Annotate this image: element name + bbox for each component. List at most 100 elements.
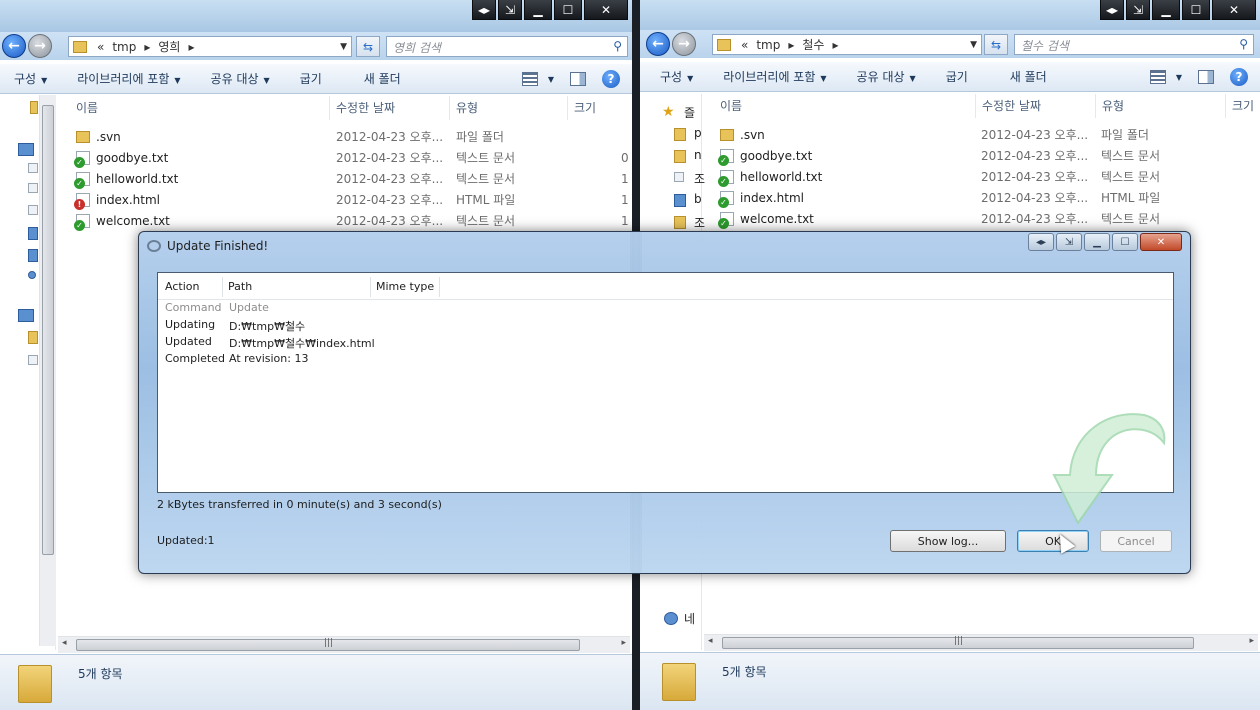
desktop-icon[interactable] xyxy=(674,194,686,207)
breadcrumb-separator[interactable]: ▸ xyxy=(144,40,150,54)
include-library-menu[interactable]: 라이브러리에 포함 ▼ xyxy=(77,70,180,87)
column-size[interactable]: 크기 xyxy=(1226,94,1260,118)
music-icon[interactable] xyxy=(28,271,36,279)
search-icon[interactable]: ⚲ xyxy=(613,39,622,53)
address-bar[interactable]: « tmp ▸ 영희 ▸ ▼ xyxy=(68,36,352,57)
nav-network[interactable]: 네 xyxy=(684,610,695,627)
column-mime-type[interactable]: Mime type xyxy=(376,280,434,293)
breadcrumb-current[interactable]: 영희 xyxy=(158,38,180,55)
breadcrumb-separator[interactable]: ▸ xyxy=(188,40,194,54)
snap-icon[interactable]: ◂▸ xyxy=(472,0,496,20)
table-row[interactable]: Completed At revision: 13 xyxy=(165,352,308,369)
column-separator[interactable] xyxy=(439,277,440,297)
search-input[interactable]: 영희 검색 ⚲ xyxy=(386,36,628,57)
forward-button[interactable]: → xyxy=(672,32,696,56)
breadcrumb-current[interactable]: 철수 xyxy=(802,36,824,53)
chevron-down-icon[interactable]: ▼ xyxy=(340,42,347,52)
folder-icon[interactable] xyxy=(674,150,686,163)
column-name[interactable]: 이름 xyxy=(714,94,976,118)
column-type[interactable]: 유형 xyxy=(1096,94,1226,118)
library-icon[interactable] xyxy=(18,143,34,156)
folder-icon[interactable] xyxy=(674,128,686,141)
scroll-right-icon[interactable]: ▸ xyxy=(621,638,626,648)
breadcrumb-tmp[interactable]: tmp xyxy=(756,38,780,52)
nav-item[interactable]: 조 xyxy=(694,214,705,231)
organize-menu[interactable]: 구성 ▼ xyxy=(660,68,693,85)
address-bar[interactable]: « tmp ▸ 철수 ▸ ▼ xyxy=(712,34,982,55)
help-icon[interactable]: ? xyxy=(602,70,620,88)
snap-icon[interactable]: ◂▸ xyxy=(1100,0,1124,20)
breadcrumb-overflow[interactable]: « xyxy=(97,40,104,54)
document-icon[interactable] xyxy=(28,205,38,215)
column-size[interactable]: 크기 xyxy=(568,96,628,120)
folder-icon[interactable] xyxy=(674,216,686,229)
breadcrumb-overflow[interactable]: « xyxy=(741,38,748,52)
title-bar[interactable]: ◂▸ ⇲ ▁ ☐ ✕ xyxy=(640,0,1260,32)
ok-button[interactable]: OK xyxy=(1017,530,1089,552)
breadcrumb-separator[interactable]: ▸ xyxy=(832,38,838,52)
chevron-down-icon[interactable]: ▼ xyxy=(970,40,977,50)
back-button[interactable]: ← xyxy=(646,32,670,56)
scroll-right-icon[interactable]: ▸ xyxy=(1249,636,1254,646)
nav-item[interactable]: b xyxy=(694,192,702,206)
document-icon[interactable] xyxy=(674,172,684,182)
minimize-button[interactable]: ▁ xyxy=(1084,233,1110,251)
show-log-button[interactable]: Show log... xyxy=(890,530,1006,552)
picture-icon[interactable] xyxy=(28,249,38,262)
table-row[interactable]: Updated D:₩tmp₩철수₩index.html xyxy=(165,335,375,352)
table-row[interactable]: Updating D:₩tmp₩철수 xyxy=(165,318,305,335)
list-item[interactable]: goodbye.txt 2012-04-23 오후... 텍스트 문서 0 xyxy=(74,147,629,168)
horizontal-scrollbar[interactable]: ◂ ||| ▸ xyxy=(704,634,1258,651)
close-button[interactable]: ✕ xyxy=(584,0,628,20)
drive-icon[interactable] xyxy=(28,355,38,365)
column-date[interactable]: 수정한 날짜 xyxy=(330,96,450,120)
refresh-button[interactable]: ⇆ xyxy=(356,36,380,57)
list-item[interactable]: .svn 2012-04-23 오후... 파일 폴더 xyxy=(76,126,626,147)
computer-icon[interactable] xyxy=(18,309,34,322)
preview-pane-icon[interactable] xyxy=(1198,70,1214,84)
nav-favorites[interactable]: 즐 xyxy=(684,104,695,121)
back-button[interactable]: ← xyxy=(2,34,26,58)
close-button[interactable]: ✕ xyxy=(1212,0,1256,20)
column-path[interactable]: Path xyxy=(228,280,252,293)
scroll-left-icon[interactable]: ◂ xyxy=(62,638,67,648)
minimize-button[interactable]: ▁ xyxy=(524,0,552,20)
share-menu[interactable]: 공유 대상 ▼ xyxy=(211,70,270,87)
include-library-menu[interactable]: 라이브러리에 포함 ▼ xyxy=(723,68,826,85)
organize-menu[interactable]: 구성 ▼ xyxy=(14,70,47,87)
close-button[interactable]: ✕ xyxy=(1140,233,1182,251)
video-icon[interactable] xyxy=(28,227,38,240)
maximize-button[interactable]: ☐ xyxy=(554,0,582,20)
horizontal-scrollbar[interactable]: ◂ ||| ▸ xyxy=(58,636,630,653)
list-item[interactable]: goodbye.txt 2012-04-23 오후... 텍스트 문서 xyxy=(718,145,1250,166)
switch-icon[interactable]: ⇲ xyxy=(1056,233,1082,251)
search-input[interactable]: 철수 검색 ⚲ xyxy=(1014,34,1254,55)
document-icon[interactable] xyxy=(28,163,38,173)
column-separator[interactable] xyxy=(370,277,371,297)
share-menu[interactable]: 공유 대상 ▼ xyxy=(857,68,916,85)
nav-item[interactable]: n xyxy=(694,148,702,162)
star-icon[interactable]: ★ xyxy=(662,104,675,120)
scrollbar-thumb[interactable] xyxy=(42,105,54,555)
preview-pane-icon[interactable] xyxy=(570,72,586,86)
document-icon[interactable] xyxy=(28,183,38,193)
list-item[interactable]: helloworld.txt 2012-04-23 오후... 텍스트 문서 1 xyxy=(74,168,629,189)
nav-item[interactable]: p xyxy=(694,126,702,140)
update-results-list[interactable]: Action Path Mime type Command Update Upda… xyxy=(157,272,1174,525)
new-folder-button[interactable]: 새 폴더 xyxy=(364,70,401,87)
new-folder-button[interactable]: 새 폴더 xyxy=(1010,68,1047,85)
folder-icon[interactable] xyxy=(30,101,38,114)
breadcrumb-tmp[interactable]: tmp xyxy=(112,40,136,54)
snap-icon[interactable]: ◂▸ xyxy=(1028,233,1054,251)
list-item[interactable]: welcome.txt 2012-04-23 오후... 텍스트 문서 xyxy=(718,208,1250,229)
switch-icon[interactable]: ⇲ xyxy=(1126,0,1150,20)
list-item[interactable]: index.html 2012-04-23 오후... HTML 파일 1 xyxy=(74,189,629,210)
change-view-button[interactable]: ▼ xyxy=(1149,70,1182,84)
column-action[interactable]: Action xyxy=(165,280,199,293)
burn-button[interactable]: 굽기 xyxy=(300,70,322,87)
forward-button[interactable]: → xyxy=(28,34,52,58)
drive-icon[interactable] xyxy=(28,331,38,344)
list-item[interactable]: helloworld.txt 2012-04-23 오후... 텍스트 문서 xyxy=(718,166,1250,187)
list-item[interactable]: welcome.txt 2012-04-23 오후... 텍스트 문서 1 xyxy=(74,210,629,231)
nav-item[interactable]: 조 xyxy=(694,170,705,187)
